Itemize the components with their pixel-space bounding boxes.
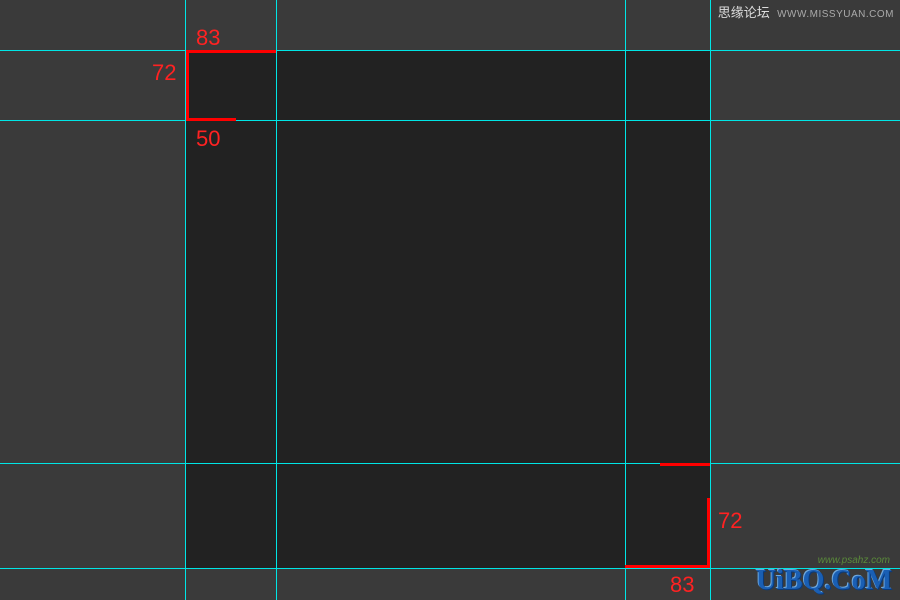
watermark-sub-url: www.psahz.com [818, 555, 890, 566]
design-canvas[interactable]: 83 72 50 72 83 思缘论坛 WWW.MISSYUAN.COM UiB… [0, 0, 900, 600]
guide-vertical[interactable] [710, 0, 711, 600]
guide-vertical[interactable] [625, 0, 626, 600]
watermark-text: 思缘论坛 [718, 5, 770, 20]
measure-label: 83 [196, 25, 220, 51]
watermark-top: 思缘论坛 WWW.MISSYUAN.COM [718, 2, 894, 21]
measure-line-vertical [707, 498, 710, 568]
watermark-url: WWW.MISSYUAN.COM [777, 9, 894, 20]
measure-line-horizontal [186, 118, 236, 121]
measure-line-horizontal [625, 565, 710, 568]
guide-horizontal[interactable] [0, 50, 900, 51]
guide-vertical[interactable] [276, 0, 277, 600]
measure-line-horizontal [660, 463, 710, 466]
guide-horizontal[interactable] [0, 463, 900, 464]
measure-label: 50 [196, 126, 220, 152]
measure-line-vertical [186, 50, 189, 120]
guide-horizontal[interactable] [0, 120, 900, 121]
watermark-logo: UiBQ.CoM [756, 565, 892, 597]
inner-square-shape [185, 50, 710, 568]
measure-label: 72 [718, 508, 742, 534]
measure-label: 83 [670, 572, 694, 598]
measure-label: 72 [152, 60, 176, 86]
